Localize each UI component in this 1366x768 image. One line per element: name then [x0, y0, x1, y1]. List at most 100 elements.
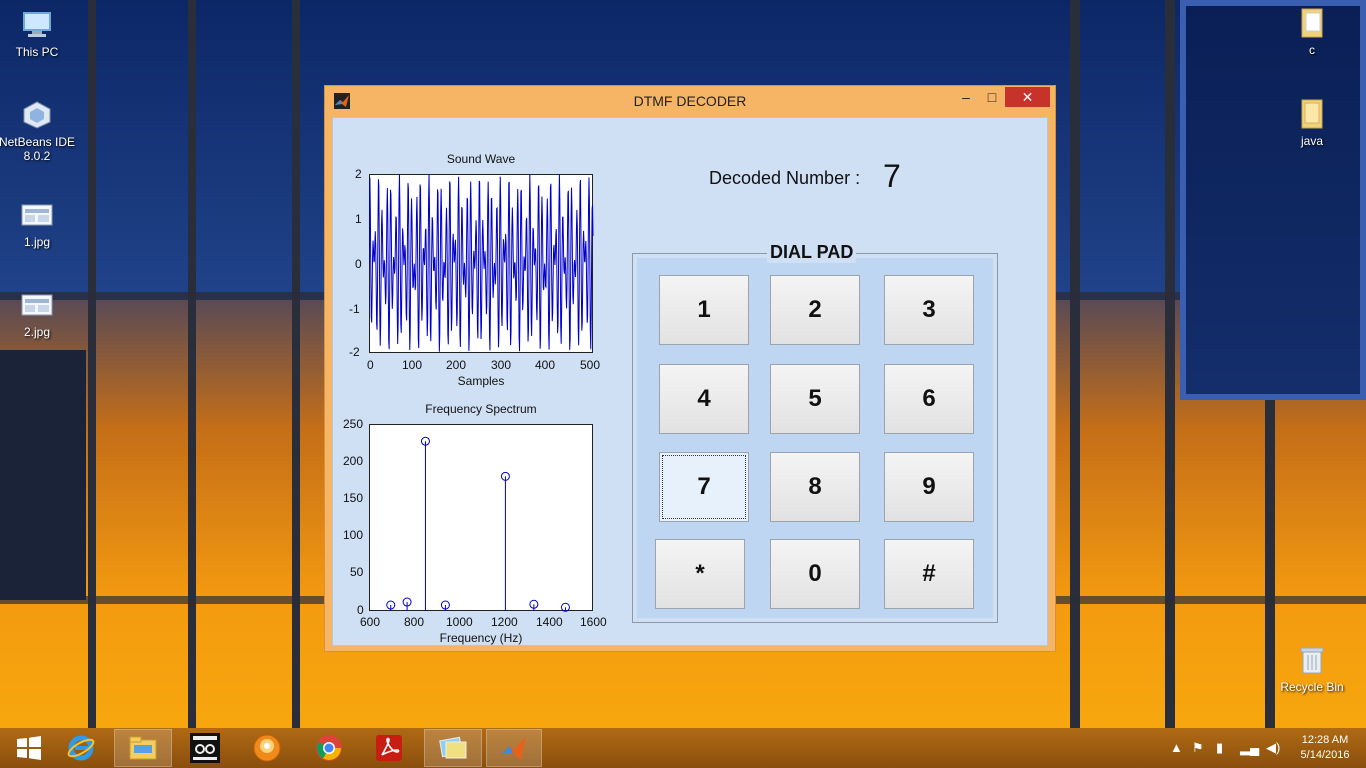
image-file-icon: [20, 288, 54, 322]
taskbar-photo-viewer[interactable]: [424, 729, 482, 767]
chrome-icon: [316, 735, 342, 761]
wallpaper-mullion: [292, 0, 300, 728]
desktop-icon-label: This PC: [15, 45, 59, 59]
folder-icon: [1295, 6, 1329, 40]
desktop-icon-label: NetBeans IDE 8.0.2: [0, 135, 76, 163]
clock-date: 5/14/2016: [1300, 749, 1350, 761]
taskbar-media-player[interactable]: [238, 729, 296, 767]
dial-pad-inner: 1 2 3 4 5 6 7 8 9 * 0 #: [637, 258, 993, 618]
media-player-icon: [253, 734, 281, 762]
show-hidden-icons-chevron-up-icon[interactable]: ▲: [1170, 740, 1183, 755]
dial-key-6[interactable]: 6: [884, 364, 974, 434]
spectrum-title: Frequency Spectrum: [425, 402, 537, 416]
desktop-icon-label: 2.jpg: [23, 325, 51, 339]
clock-time: 12:28 AM: [1301, 734, 1349, 746]
volume-speaker-icon[interactable]: ◀): [1266, 740, 1280, 756]
desktop-icon-recycle-bin[interactable]: Recycle Bin: [1272, 643, 1352, 694]
taskbar-internet-explorer[interactable]: [52, 729, 110, 767]
taskbar: ▲ ⚑ ▮ ▂▄ ◀) 12:28 AM 5/14/2016: [0, 728, 1366, 768]
x-tick-label: 500: [580, 358, 601, 372]
computer-icon: [20, 8, 54, 42]
network-signal-icon[interactable]: ▂▄: [1240, 740, 1259, 756]
dial-key-3[interactable]: 3: [884, 275, 974, 345]
minimize-button[interactable]: –: [953, 87, 979, 107]
spectrum-xlabel: Frequency (Hz): [439, 631, 523, 645]
wallpaper-mullion: [1165, 0, 1175, 728]
wallpaper-dark-pane: [1180, 0, 1366, 400]
x-tick-label: 600: [360, 615, 381, 629]
taskbar-acrobat[interactable]: [360, 729, 418, 767]
dial-key-5[interactable]: 5: [770, 364, 860, 434]
dial-pad-title: DIAL PAD: [767, 242, 857, 263]
power-battery-icon[interactable]: ▮: [1216, 740, 1223, 756]
taskbar-file-explorer[interactable]: [114, 729, 172, 767]
spectrum-axes[interactable]: [369, 424, 594, 612]
y-tick-label: 1: [355, 212, 362, 226]
photo-viewer-icon: [439, 736, 467, 759]
wallpaper-dark-pane: [0, 350, 86, 600]
desktop-icon-this-pc[interactable]: This PC: [0, 8, 77, 59]
decoded-number-label: Decoded Number :: [709, 168, 861, 188]
internet-explorer-icon: [67, 735, 95, 761]
folder-icon: [129, 736, 157, 760]
sound-wave-axes[interactable]: [369, 174, 594, 354]
desktop-icon-folder-c[interactable]: c: [1272, 6, 1352, 57]
taskbar-clock[interactable]: 12:28 AM 5/14/2016: [1290, 733, 1360, 763]
desktop-icon-netbeans[interactable]: NetBeans IDE 8.0.2: [0, 98, 77, 163]
start-button[interactable]: [0, 729, 58, 767]
y-tick-label: 0: [355, 257, 362, 271]
y-tick-label: -1: [349, 302, 360, 316]
dial-key-7[interactable]: 7: [659, 452, 749, 522]
y-tick-label: 100: [343, 528, 364, 542]
maximize-button[interactable]: □: [979, 87, 1005, 107]
desktop-icon-folder-java[interactable]: java: [1272, 97, 1352, 148]
window-titlebar[interactable]: DTMF DECODER – □ ✕: [325, 86, 1055, 116]
matlab-icon: [501, 736, 526, 760]
dial-key-1[interactable]: 1: [659, 275, 749, 345]
decoded-number-value: 7: [883, 158, 901, 194]
dtmf-decoder-window: DTMF DECODER – □ ✕ Sound Wave 2 1 0 -1 -…: [324, 85, 1056, 652]
dial-key-star[interactable]: *: [655, 539, 745, 609]
wallpaper-mullion: [88, 0, 96, 728]
x-tick-label: 100: [402, 358, 423, 372]
y-tick-label: 150: [343, 491, 364, 505]
windows-logo-icon: [17, 736, 41, 760]
wallpaper-mullion: [188, 0, 196, 728]
x-tick-label: 0: [367, 358, 374, 372]
close-button[interactable]: ✕: [1005, 87, 1050, 107]
x-tick-label: 400: [535, 358, 556, 372]
image-file-icon: [20, 198, 54, 232]
figure-client-area: Sound Wave 2 1 0 -1 -2 0 100 200 300 400…: [332, 117, 1048, 646]
wallpaper-mullion: [1070, 0, 1080, 728]
dial-key-8[interactable]: 8: [770, 452, 860, 522]
desktop-icon-1jpg[interactable]: 1.jpg: [0, 198, 77, 249]
x-tick-label: 1000: [446, 615, 473, 629]
x-tick-label: 200: [446, 358, 467, 372]
recycle-bin-icon: [1295, 643, 1329, 677]
y-tick-label: -2: [349, 345, 360, 359]
taskbar-chrome[interactable]: [300, 729, 358, 767]
window-title: DTMF DECODER: [633, 93, 747, 109]
dial-pad-panel: 1 2 3 4 5 6 7 8 9 * 0 # DIAL PAD: [632, 242, 998, 623]
pdf-reader-icon: [376, 735, 402, 761]
netbeans-icon: [20, 98, 54, 132]
y-tick-label: 200: [343, 454, 364, 468]
y-tick-label: 250: [343, 417, 364, 431]
taskbar-matlab[interactable]: [486, 729, 542, 767]
dial-key-9[interactable]: 9: [884, 452, 974, 522]
desktop-icon-2jpg[interactable]: 2.jpg: [0, 288, 77, 339]
desktop-icon-label: Recycle Bin: [1280, 680, 1344, 694]
dial-key-0[interactable]: 0: [770, 539, 860, 609]
desktop-icon-label: java: [1300, 134, 1323, 148]
x-tick-label: 300: [491, 358, 512, 372]
action-center-flag-icon[interactable]: ⚑: [1192, 740, 1204, 756]
dial-key-2[interactable]: 2: [770, 275, 860, 345]
taskbar-app-icon[interactable]: [176, 729, 234, 767]
x-tick-label: 1600: [580, 615, 607, 629]
dial-key-hash[interactable]: #: [884, 539, 974, 609]
desktop-icon-label: 1.jpg: [23, 235, 51, 249]
folder-icon: [1295, 97, 1329, 131]
sound-wave-title: Sound Wave: [446, 152, 516, 166]
y-tick-label: 50: [350, 565, 364, 579]
dial-key-4[interactable]: 4: [659, 364, 749, 434]
